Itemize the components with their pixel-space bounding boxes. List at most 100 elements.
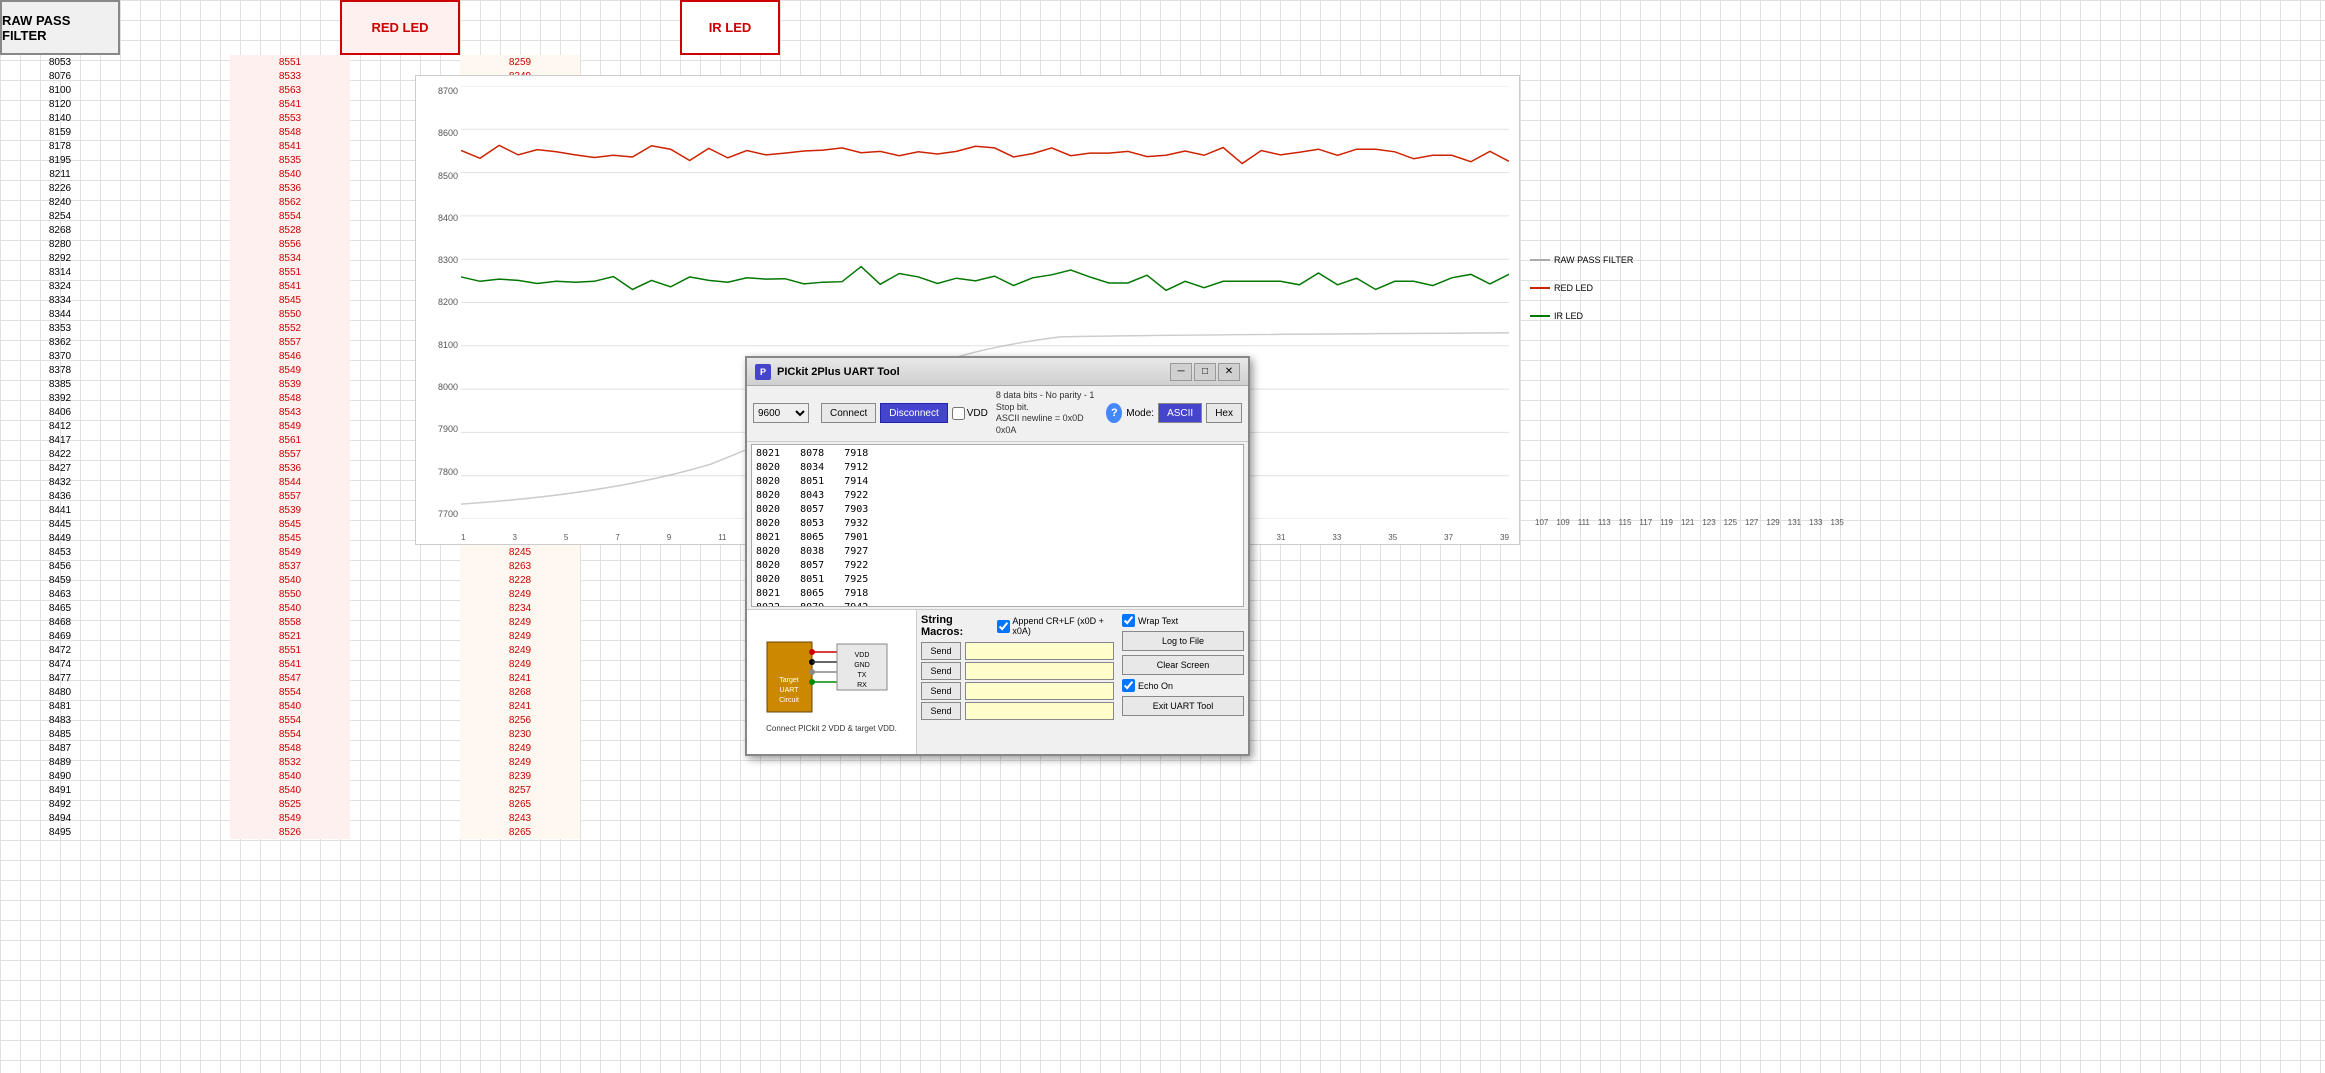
raw-data-cell: 8468 xyxy=(0,615,120,629)
uart-data-row: 802180657901 xyxy=(756,531,1239,545)
raw-data-cell: 8463 xyxy=(0,587,120,601)
raw-data-cell: 8406 xyxy=(0,405,120,419)
macro-row-4: Send xyxy=(921,702,1114,720)
ir-data-cell: 8257 xyxy=(460,783,580,797)
macro-input-2[interactable] xyxy=(965,662,1114,680)
ir-data-cell: 8228 xyxy=(460,573,580,587)
vdd-checkbox[interactable] xyxy=(952,407,965,420)
red-data-cell: 8540 xyxy=(230,167,350,181)
macro-input-1[interactable] xyxy=(965,642,1114,660)
raw-data-cell: 8254 xyxy=(0,209,120,223)
ir-data-cell: 8249 xyxy=(460,755,580,769)
red-data-cell: 8539 xyxy=(230,503,350,517)
raw-data-cell: 8481 xyxy=(0,699,120,713)
red-data-cell: 8548 xyxy=(230,741,350,755)
ir-data-cell: 8241 xyxy=(460,671,580,685)
maximize-button[interactable]: □ xyxy=(1194,363,1216,381)
connection-bar: 9600 115200 57600 Connect Disconnect VDD… xyxy=(747,386,1248,442)
red-data-cell: 8547 xyxy=(230,671,350,685)
ir-data-cell: 8265 xyxy=(460,797,580,811)
raw-data-cell: 8465 xyxy=(0,601,120,615)
macro-input-3[interactable] xyxy=(965,682,1114,700)
uart-data-display[interactable]: 802180787918802080347912802080517914 8020… xyxy=(751,444,1244,607)
send-button-3[interactable]: Send xyxy=(921,682,961,700)
uart-data-row: 802080347912 xyxy=(756,461,1239,475)
red-data-cell: 8549 xyxy=(230,419,350,433)
raw-data-cell: 8441 xyxy=(0,503,120,517)
raw-data-cell: 8445 xyxy=(0,517,120,531)
ir-data-cell: 8249 xyxy=(460,615,580,629)
red-data-cell: 8521 xyxy=(230,629,350,643)
clear-screen-button[interactable]: Clear Screen xyxy=(1122,655,1244,675)
raw-data-cell: 8292 xyxy=(0,251,120,265)
append-crlf-label[interactable]: Append CR+LF (x0D + x0A) xyxy=(997,616,1114,636)
red-data-cell: 8528 xyxy=(230,223,350,237)
red-data-cell: 8554 xyxy=(230,727,350,741)
raw-data-cell: 8483 xyxy=(0,713,120,727)
baud-rate-select[interactable]: 9600 115200 57600 xyxy=(753,403,809,423)
send-button-4[interactable]: Send xyxy=(921,702,961,720)
uart-data-row: 802080517914 xyxy=(756,475,1239,489)
red-data-cell: 8546 xyxy=(230,349,350,363)
raw-data-cell: 8412 xyxy=(0,419,120,433)
raw-data-cell: 8226 xyxy=(0,181,120,195)
red-data-cell: 8543 xyxy=(230,405,350,419)
ir-data-cell: 8241 xyxy=(460,699,580,713)
hex-mode-button[interactable]: Hex xyxy=(1206,403,1242,423)
red-data-cell: 8551 xyxy=(230,643,350,657)
red-data-cell: 8548 xyxy=(230,125,350,139)
raw-data-cell: 8195 xyxy=(0,153,120,167)
exit-uart-button[interactable]: Exit UART Tool xyxy=(1122,696,1244,716)
red-data-cell: 8533 xyxy=(230,69,350,83)
raw-data-cell: 8385 xyxy=(0,377,120,391)
raw-data-cell: 8472 xyxy=(0,643,120,657)
red-data-cell: 8544 xyxy=(230,475,350,489)
macro-input-4[interactable] xyxy=(965,702,1114,720)
red-data-cell: 8554 xyxy=(230,209,350,223)
circuit-svg: Target UART Circuit VDD GND TX RX xyxy=(762,632,902,722)
raw-data-cell: 8392 xyxy=(0,391,120,405)
red-data-cell: 8549 xyxy=(230,545,350,559)
close-button[interactable]: ✕ xyxy=(1218,363,1240,381)
right-x-labels: 107 109 111 113 115 117 119 121 123 125 … xyxy=(1535,518,1844,527)
wrap-text-checkbox[interactable] xyxy=(1122,614,1135,627)
minimize-button[interactable]: ─ xyxy=(1170,363,1192,381)
raw-data-cell: 8334 xyxy=(0,293,120,307)
log-to-file-button[interactable]: Log to File xyxy=(1122,631,1244,651)
red-data-cell: 8540 xyxy=(230,601,350,615)
uart-data-row: 802080517925 xyxy=(756,573,1239,587)
legend-red-line xyxy=(1530,287,1550,289)
raw-data-cell: 8487 xyxy=(0,741,120,755)
red-data-cell: 8540 xyxy=(230,783,350,797)
raw-data-cell: 8100 xyxy=(0,83,120,97)
red-data-cell: 8540 xyxy=(230,769,350,783)
raw-data-cell: 8268 xyxy=(0,223,120,237)
raw-data-cell: 8159 xyxy=(0,125,120,139)
raw-data-cell: 8485 xyxy=(0,727,120,741)
echo-on-checkbox[interactable] xyxy=(1122,679,1135,692)
red-data-cell: 8557 xyxy=(230,335,350,349)
red-data-cell: 8552 xyxy=(230,321,350,335)
ir-data-cell: 8265 xyxy=(460,825,580,839)
red-data-cell: 8545 xyxy=(230,293,350,307)
macro-row-1: Send xyxy=(921,642,1114,660)
append-crlf-checkbox[interactable] xyxy=(997,620,1010,633)
ir-data-cell: 8234 xyxy=(460,601,580,615)
connect-button[interactable]: Connect xyxy=(821,403,876,423)
help-button[interactable]: ? xyxy=(1106,403,1122,423)
echo-on-label[interactable]: Echo On xyxy=(1122,679,1244,692)
ir-data-cell: 8249 xyxy=(460,629,580,643)
vdd-checkbox-label[interactable]: VDD xyxy=(952,407,988,420)
disconnect-button[interactable]: Disconnect xyxy=(880,403,947,423)
send-button-2[interactable]: Send xyxy=(921,662,961,680)
raw-data-cell: 8240 xyxy=(0,195,120,209)
title-buttons[interactable]: ─ □ ✕ xyxy=(1170,363,1240,381)
red-data-cell: 8526 xyxy=(230,825,350,839)
raw-data-cell: 8076 xyxy=(0,69,120,83)
ascii-mode-button[interactable]: ASCII xyxy=(1158,403,1202,423)
send-button-1[interactable]: Send xyxy=(921,642,961,660)
uart-data-row: 802180787918 xyxy=(756,447,1239,461)
macros-header: String Macros: Append CR+LF (x0D + x0A) xyxy=(921,614,1114,638)
wrap-text-label[interactable]: Wrap Text xyxy=(1122,614,1244,627)
side-options: Wrap Text Log to File Clear Screen Echo … xyxy=(1118,610,1248,754)
